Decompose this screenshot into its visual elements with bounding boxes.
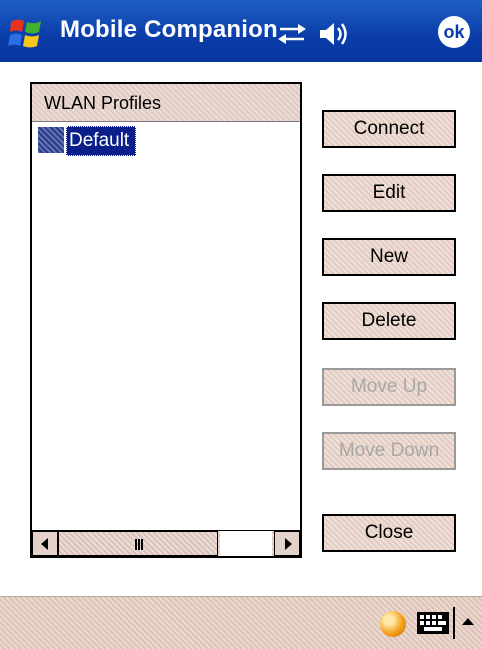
list-item-label: Default: [66, 126, 137, 156]
move-down-button[interactable]: Move Down: [322, 432, 456, 470]
list-item-default[interactable]: Default: [38, 126, 158, 156]
ok-button[interactable]: ok: [438, 16, 470, 48]
speaker-icon[interactable]: [318, 20, 352, 48]
horizontal-scrollbar[interactable]: [32, 530, 300, 556]
delete-button[interactable]: Delete: [322, 302, 456, 340]
menu-bar: [0, 596, 482, 649]
app-title: Mobile Companion: [60, 16, 278, 43]
wlan-profile-icon: [38, 127, 64, 153]
title-bar: Mobile Companion ok: [0, 0, 482, 62]
scroll-left-button[interactable]: [32, 531, 58, 556]
list-column-header[interactable]: WLAN Profiles: [32, 84, 300, 122]
scroll-thumb[interactable]: [58, 531, 218, 556]
list-header-label: WLAN Profiles: [44, 93, 162, 113]
status-orb-icon[interactable]: [380, 611, 406, 637]
menu-divider: [453, 607, 455, 639]
windows-flag-icon[interactable]: [8, 14, 46, 52]
wlan-profiles-list[interactable]: WLAN Profiles Default: [30, 82, 302, 558]
move-up-button[interactable]: Move Up: [322, 368, 456, 406]
close-button[interactable]: Close: [322, 514, 456, 552]
connect-button[interactable]: Connect: [322, 110, 456, 148]
new-button[interactable]: New: [322, 238, 456, 276]
edit-button[interactable]: Edit: [322, 174, 456, 212]
scroll-right-button[interactable]: [274, 531, 300, 556]
connectivity-arrows-icon[interactable]: [276, 22, 308, 46]
keyboard-icon[interactable]: [416, 611, 450, 635]
scroll-track[interactable]: [220, 531, 272, 556]
input-panel-arrow-icon[interactable]: [462, 618, 474, 625]
